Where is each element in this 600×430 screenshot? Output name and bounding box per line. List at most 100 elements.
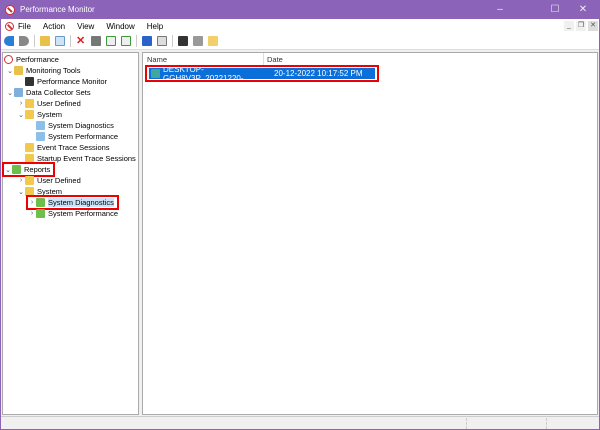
mdi-restore-button[interactable]: ❐ [576,21,586,31]
report-folder-icon [36,209,45,218]
minimize-button[interactable]: – [486,0,514,19]
folder-icon [25,143,34,152]
tree-item-label: Event Trace Sessions [37,143,110,152]
monitoring-tools-icon [14,66,23,75]
system-menu-icon[interactable] [5,21,14,31]
folder-icon[interactable] [208,36,218,46]
tree-item[interactable]: ⌄ System [17,109,62,120]
data-collector-sets-icon [14,88,23,97]
tree-item[interactable]: Performance [4,54,59,65]
export-icon[interactable] [121,36,131,46]
navigation-tree: Performance ⌄ Monitoring Tools Performance … [1,52,139,415]
tree-item[interactable]: System Performance [28,131,118,142]
mdi-minimize-button[interactable]: _ [564,21,574,31]
close-button[interactable]: ✕ [569,0,597,19]
report-date: 20-12-2022 10:17:52 PM [274,69,363,78]
status-separator [466,418,467,429]
report-name: DESKTOP-GGH8V3P_20221220-... [163,64,251,83]
tree-item[interactable]: Performance Monitor [17,76,107,87]
chevron-down-icon[interactable]: ⌄ [6,89,14,97]
chevron-right-icon[interactable]: › [28,199,36,206]
status-bar [1,416,599,429]
forward-icon[interactable] [19,36,29,46]
help-icon[interactable] [142,36,152,46]
tree-item[interactable]: ⌄ Data Collector Sets [6,87,91,98]
stop-icon[interactable] [193,36,203,46]
up-folder-icon[interactable] [40,36,50,46]
tree-item-label: User Defined [37,176,81,185]
status-separator [546,418,547,429]
toolbar-separator [70,35,71,47]
report-folder-icon [36,198,45,207]
tree-item[interactable]: ⌄ System [17,186,62,197]
toolbar-separator [172,35,173,47]
folder-icon [25,187,34,196]
title-bar: Performance Monitor – ☐ ✕ [0,0,600,19]
refresh-icon[interactable] [106,36,116,46]
show-hide-tree-icon[interactable] [55,36,65,46]
column-header-name[interactable]: Name [147,55,167,64]
performance-monitor-icon [25,77,34,86]
folder-icon [25,176,34,185]
tree-item-label: Monitoring Tools [26,66,81,75]
tree-item-label: Data Collector Sets [26,88,91,97]
tree-item-label: Startup Event Trace Sessions [37,154,136,163]
tree-item[interactable]: › User Defined [17,98,81,109]
menu-bar: File Action View Window Help _ ❐ ✕ [1,19,599,33]
chevron-down-icon[interactable]: ⌄ [17,188,25,196]
tree-item-label: System Diagnostics [48,198,114,207]
tree-item-label: System Diagnostics [48,121,114,130]
tree-item-label: Performance Monitor [37,77,108,86]
mdi-close-button[interactable]: ✕ [588,21,598,31]
performance-monitor-logo-icon [5,4,15,15]
tree-item[interactable]: System Diagnostics [28,120,114,131]
toolbar-separator [34,35,35,47]
column-separator[interactable] [263,53,264,65]
data-collector-icon [36,121,45,130]
chevron-down-icon[interactable]: ⌄ [6,67,14,75]
tree-item-label: System [37,187,63,196]
window-title: Performance Monitor [20,5,95,14]
folder-icon [25,154,34,163]
tree-item-label: Reports [24,165,51,174]
tree-item[interactable]: ⌄ Monitoring Tools [6,65,80,76]
monitor-icon[interactable] [178,36,188,46]
toolbar: ✕ [1,33,599,50]
menu-view[interactable]: View [77,22,94,31]
chevron-right-icon[interactable]: › [17,177,25,184]
delete-icon[interactable]: ✕ [76,36,86,47]
tree-item[interactable]: Event Trace Sessions [17,142,110,153]
list-item[interactable]: DESKTOP-GGH8V3P_20221220-... 20-12-2022 … [145,64,379,83]
tree-item-label: System [37,110,63,119]
folder-icon [25,110,34,119]
tree-item-label: User Defined [37,99,81,108]
data-collector-icon [36,132,45,141]
tree-item[interactable]: ⌄ Reports [1,162,56,177]
chevron-right-icon[interactable]: › [17,100,25,107]
reports-list: Name Date DESKTOP-GGH8V3P_20221220-... 2… [142,52,598,415]
menu-window[interactable]: Window [106,22,134,31]
report-icon [151,69,160,78]
back-icon[interactable] [4,36,14,46]
menu-action[interactable]: Action [43,22,65,31]
properties-icon[interactable] [157,36,167,46]
tree-item[interactable]: › System Diagnostics [26,195,119,210]
tree-item[interactable]: › System Performance [28,208,118,219]
reports-folder-icon [12,165,21,174]
tree-item-label: System Performance [48,132,119,141]
column-header-date[interactable]: Date [267,55,283,64]
chevron-right-icon[interactable]: › [28,210,36,217]
tree-item-label: Performance [16,55,59,64]
menu-file[interactable]: File [18,22,31,31]
performance-icon [4,55,13,64]
menu-help[interactable]: Help [147,22,163,31]
tree-item-label: System Performance [48,209,119,218]
chevron-down-icon[interactable]: ⌄ [4,166,12,174]
chevron-down-icon[interactable]: ⌄ [17,111,25,119]
tree-item[interactable]: Startup Event Trace Sessions [17,153,136,164]
print-icon[interactable] [91,36,101,46]
toolbar-separator [136,35,137,47]
tree-item[interactable]: › User Defined [17,175,81,186]
maximize-button[interactable]: ☐ [541,0,569,19]
folder-icon [25,99,34,108]
